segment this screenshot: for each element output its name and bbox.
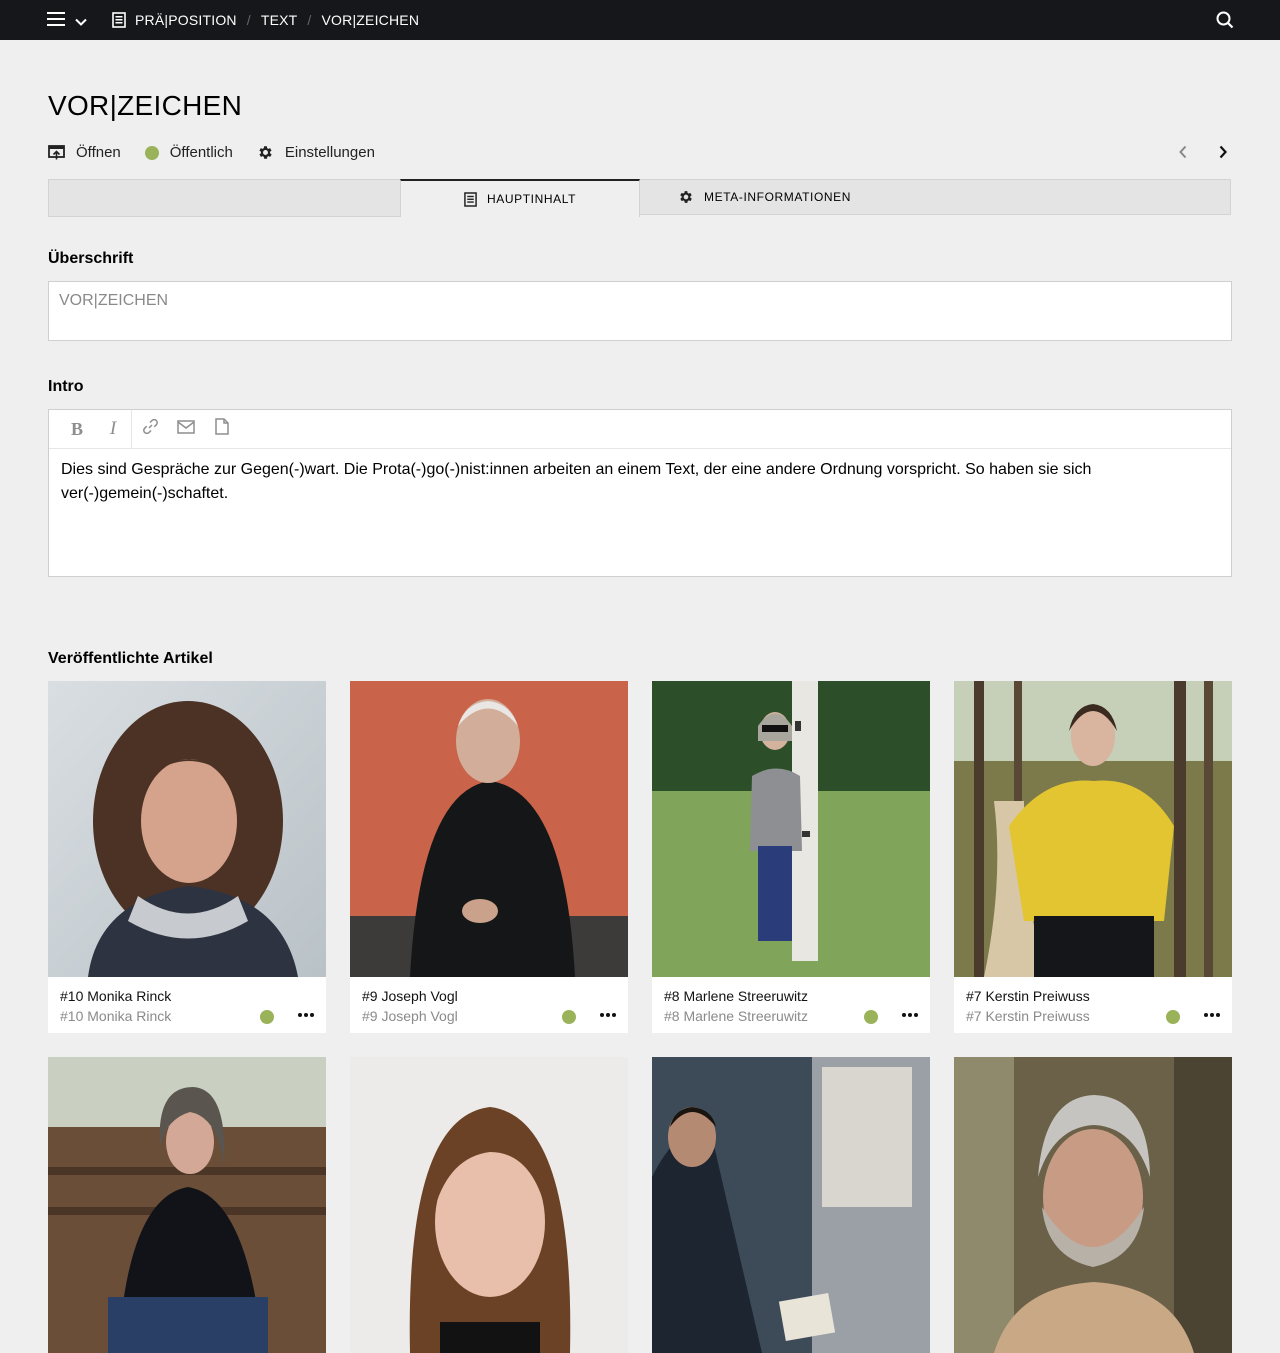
top-bar: PRÄ|POSITION / TEXT / VOR|ZEICHEN <box>0 0 1280 40</box>
more-options-button[interactable] <box>900 1007 920 1023</box>
tab-label: META-INFORMATIONEN <box>704 190 852 204</box>
previous-document-button[interactable] <box>1178 145 1188 164</box>
status-dot-icon <box>1166 1010 1180 1024</box>
breadcrumb-separator: / <box>307 12 312 28</box>
open-label: Öffnen <box>76 144 121 161</box>
tab-bar: HAUPTINHALT META-INFORMATIONEN <box>48 179 1232 217</box>
chevron-down-icon <box>75 13 87 31</box>
article-photo <box>954 1057 1232 1353</box>
document-actions: Öffnen Öffentlich Einstellungen <box>48 144 399 161</box>
breadcrumb-separator: / <box>246 12 251 28</box>
article-photo <box>48 1057 326 1353</box>
article-subtitle: #7 Kerstin Preiwuss <box>966 1008 1090 1024</box>
link-button[interactable] <box>132 410 168 448</box>
page-title: VOR|ZEICHEN <box>48 90 243 121</box>
hamburger-icon <box>47 11 65 32</box>
article-photo <box>350 1057 628 1353</box>
article-title: #7 Kerstin Preiwuss <box>966 988 1090 1004</box>
article-photo <box>954 681 1232 977</box>
article-card[interactable]: #9 Joseph Vogl #9 Joseph Vogl <box>350 681 628 1033</box>
editor-toolbar: B I <box>49 410 1231 449</box>
tab-label: HAUPTINHALT <box>486 192 577 206</box>
visibility-status-button[interactable]: Öffentlich <box>144 144 233 161</box>
more-options-button[interactable] <box>296 1007 316 1023</box>
article-card[interactable]: #10 Monika Rinck #10 Monika Rinck <box>48 681 326 1033</box>
article-card[interactable] <box>48 1057 326 1353</box>
article-subtitle: #9 Joseph Vogl <box>362 1008 458 1024</box>
article-card[interactable] <box>954 1057 1232 1353</box>
article-card[interactable]: #7 Kerstin Preiwuss #7 Kerstin Preiwuss <box>954 681 1232 1033</box>
published-articles-label: Veröffentlichte Artikel <box>48 650 213 667</box>
status-dot-icon <box>864 1010 878 1024</box>
article-title: #9 Joseph Vogl <box>362 988 458 1004</box>
article-title: #10 Monika Rinck <box>60 988 172 1004</box>
article-photo <box>48 681 326 977</box>
status-dot-icon <box>144 145 159 160</box>
article-photo <box>652 1057 930 1353</box>
status-dot-icon <box>562 1010 576 1024</box>
document-icon <box>464 191 477 207</box>
file-link-button[interactable] <box>204 410 240 448</box>
heading-input[interactable] <box>57 291 1221 311</box>
gear-icon <box>678 189 694 205</box>
article-card[interactable]: #8 Marlene Streeruwitz #8 Marlene Streer… <box>652 681 930 1033</box>
italic-icon: I <box>109 418 117 439</box>
heading-label: Überschrift <box>48 250 134 267</box>
breadcrumb-item-text[interactable]: TEXT <box>261 12 298 28</box>
more-options-button[interactable] <box>598 1007 618 1023</box>
search-icon <box>1216 11 1234 33</box>
article-photo <box>350 681 628 977</box>
document-icon <box>112 12 126 28</box>
italic-button[interactable]: I <box>95 410 132 448</box>
article-title: #8 Marlene Streeruwitz <box>664 988 808 1004</box>
breadcrumb-item-vorzeichen[interactable]: VOR|ZEICHEN <box>322 12 420 28</box>
email-icon <box>177 419 195 439</box>
article-subtitle: #10 Monika Rinck <box>60 1008 172 1024</box>
open-button[interactable]: Öffnen <box>48 144 121 161</box>
tab-hauptinhalt[interactable]: HAUPTINHALT <box>400 179 640 217</box>
breadcrumb-item-praeposition[interactable]: PRÄ|POSITION <box>135 12 237 28</box>
chevron-left-icon <box>1178 145 1188 164</box>
intro-label: Intro <box>48 378 84 395</box>
article-card[interactable] <box>350 1057 628 1353</box>
article-card[interactable] <box>652 1057 930 1353</box>
email-link-button[interactable] <box>168 410 204 448</box>
link-icon <box>142 418 159 440</box>
status-dot-icon <box>260 1010 274 1024</box>
bold-icon: B <box>70 418 83 439</box>
next-document-button[interactable] <box>1218 145 1228 164</box>
chevron-right-icon <box>1218 145 1228 164</box>
gear-icon <box>257 144 274 161</box>
intro-editor: B I Dies sind Gespräche zur Gegen(-)wart… <box>48 409 1232 577</box>
bold-button[interactable]: B <box>59 410 95 448</box>
intro-text[interactable]: Dies sind Gespräche zur Gegen(-)wart. Di… <box>49 449 1231 506</box>
heading-field <box>48 281 1232 341</box>
article-photo <box>652 681 930 977</box>
menu-toggle[interactable] <box>47 11 87 32</box>
search-button[interactable] <box>1216 11 1234 34</box>
more-options-button[interactable] <box>1202 1007 1222 1023</box>
settings-label: Einstellungen <box>284 144 375 161</box>
status-label: Öffentlich <box>169 144 233 161</box>
breadcrumb: PRÄ|POSITION / TEXT / VOR|ZEICHEN <box>112 0 419 40</box>
article-subtitle: #8 Marlene Streeruwitz <box>664 1008 808 1024</box>
file-icon <box>215 418 229 440</box>
tab-spacer <box>48 179 401 217</box>
open-preview-icon <box>48 144 65 161</box>
settings-button[interactable]: Einstellungen <box>257 144 375 161</box>
tab-meta-informationen[interactable]: META-INFORMATIONEN <box>640 179 1231 215</box>
